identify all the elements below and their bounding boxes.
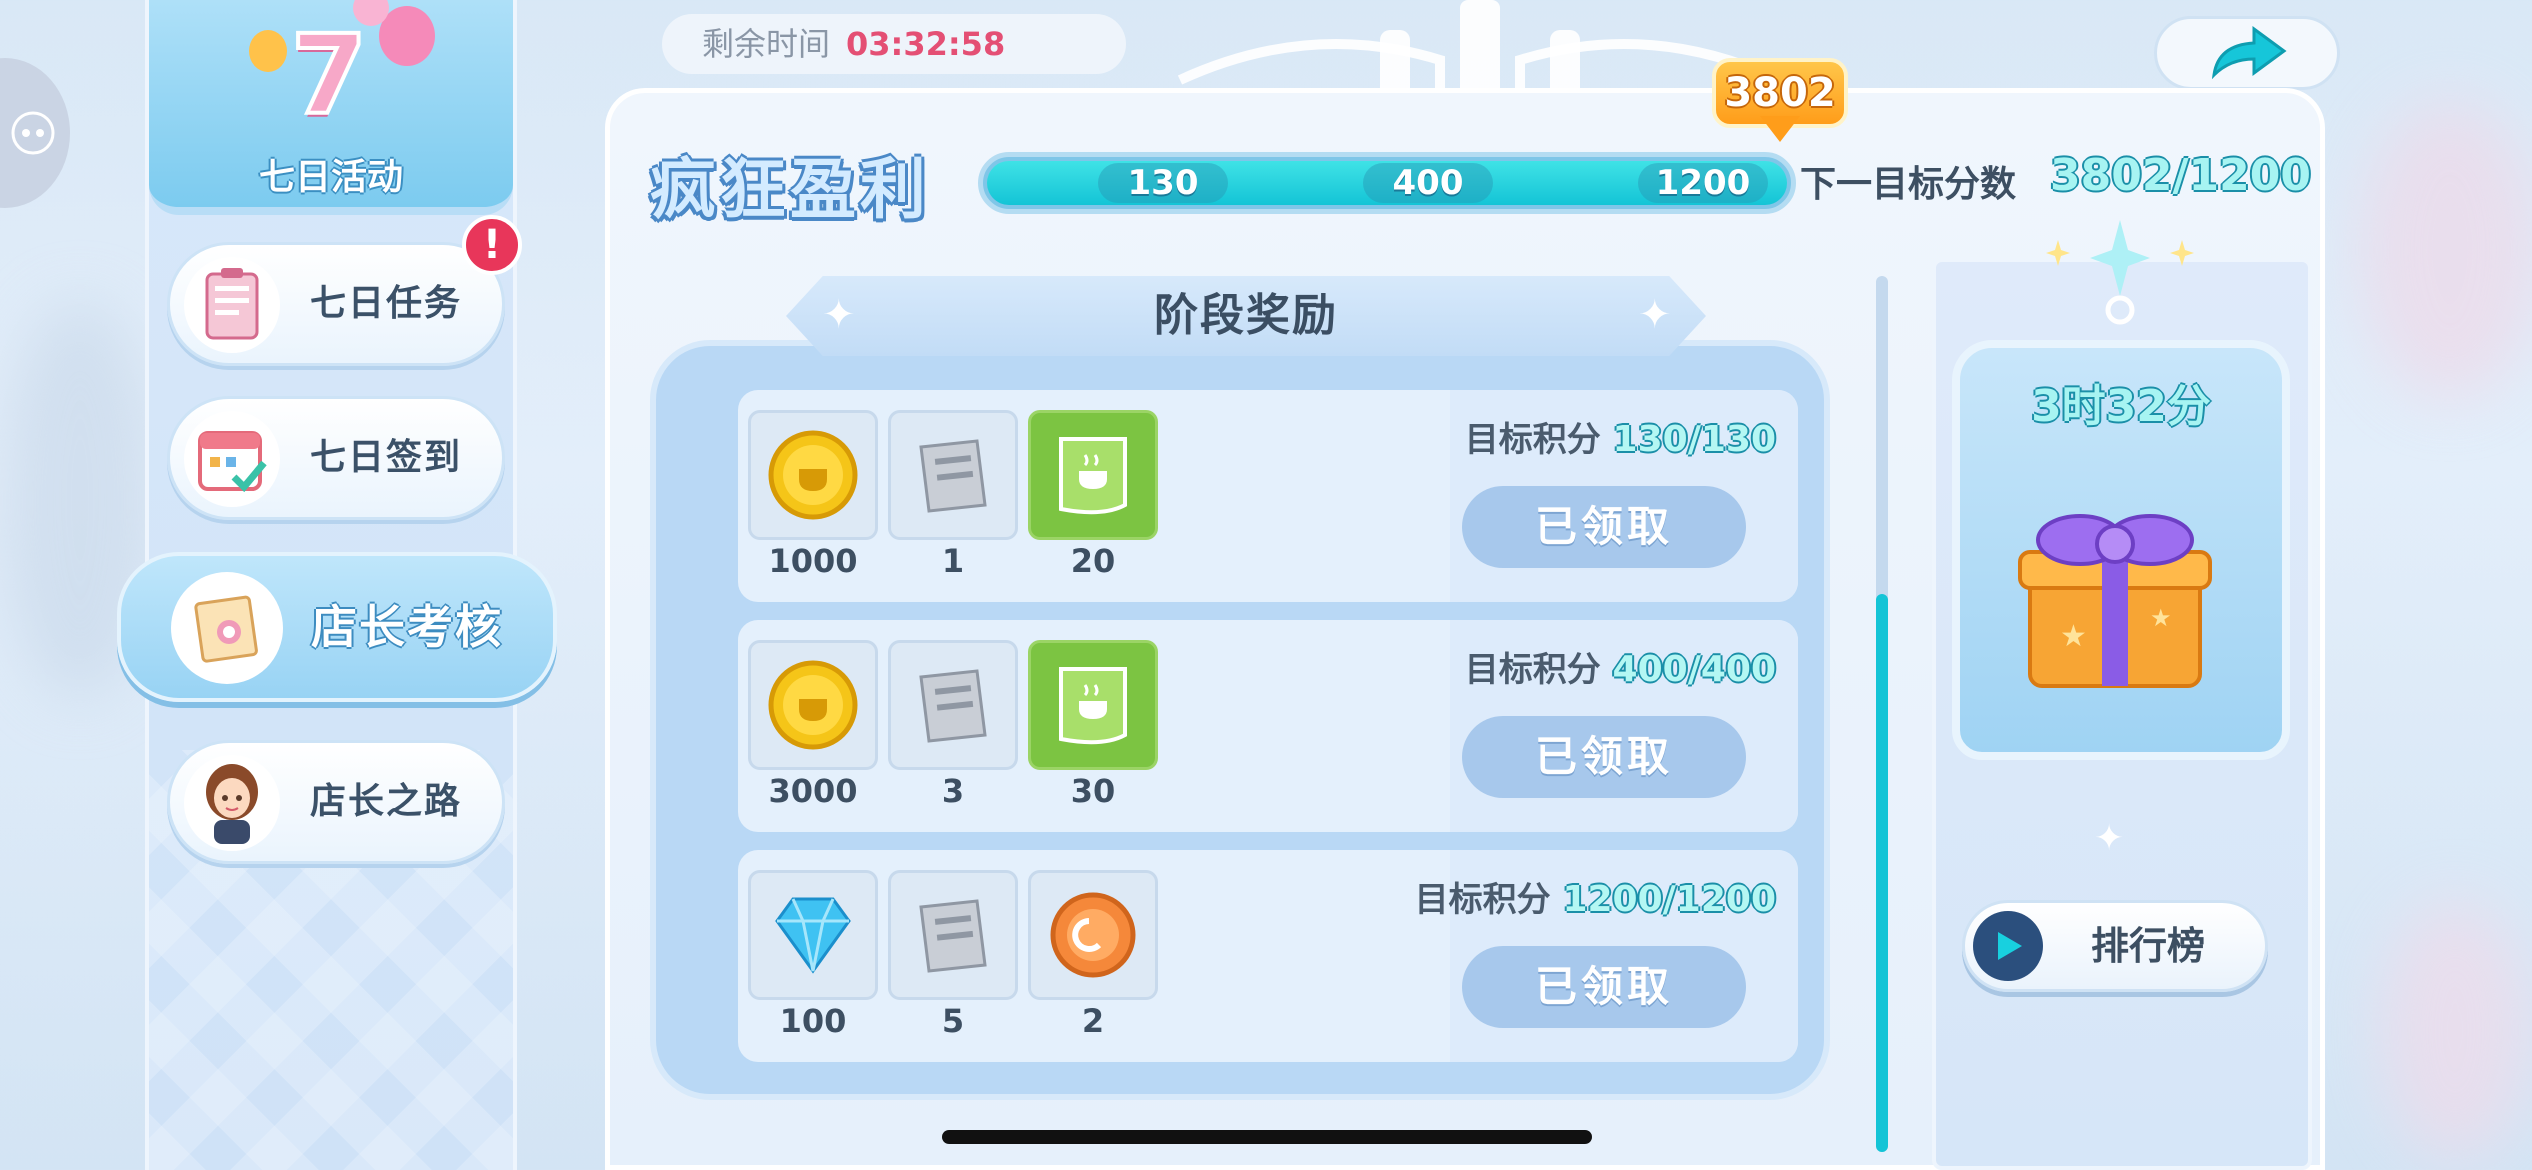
item-count: 3000 bbox=[768, 772, 858, 810]
seven-day-logo: 7 bbox=[289, 11, 370, 139]
remaining-time: 剩余时间 03:32:58 bbox=[662, 14, 1126, 74]
newspaper-icon bbox=[919, 899, 987, 973]
item-count: 2 bbox=[1081, 1002, 1105, 1040]
claimed-button[interactable]: 已领取 bbox=[1462, 486, 1746, 568]
item-count: 1 bbox=[941, 542, 965, 580]
next-target-value: 3802/1200 bbox=[2050, 150, 2311, 201]
target-label-text: 目标积分 bbox=[1464, 650, 1601, 690]
svg-text:★: ★ bbox=[2150, 604, 2172, 632]
green-recipe-scroll-icon bbox=[1059, 437, 1127, 515]
target-label-text: 目标积分 bbox=[1414, 880, 1551, 920]
reward-item-slot[interactable] bbox=[1028, 640, 1158, 770]
sidebar-item-label: 店长考核 bbox=[311, 600, 503, 654]
scrollbar-thumb[interactable] bbox=[1876, 594, 1888, 1152]
gift-box-icon: ★ ★ bbox=[2018, 514, 2212, 688]
item-count: 100 bbox=[779, 1002, 847, 1040]
item-count: 20 bbox=[1070, 542, 1116, 580]
target-score: 目标积分 1200/1200 bbox=[1415, 872, 1776, 921]
newspaper-icon bbox=[919, 669, 987, 743]
task-list-icon bbox=[184, 257, 280, 353]
sidebar: 7 七日活动 七日任务 ! 七日签到 店长考核 店长之路 bbox=[117, 0, 557, 1170]
orange-token-icon bbox=[1050, 892, 1136, 978]
sidebar-item-seven-day-tasks[interactable]: 七日任务 ! bbox=[167, 215, 522, 366]
home-indicator[interactable] bbox=[942, 1130, 1592, 1144]
share-button[interactable] bbox=[2154, 16, 2340, 90]
newspaper-icon bbox=[919, 439, 987, 513]
reward-item-slot[interactable] bbox=[888, 640, 1018, 770]
certificate-icon bbox=[171, 572, 283, 684]
share-arrow-icon bbox=[2211, 26, 2287, 80]
timer-value: 03:32:58 bbox=[846, 25, 1006, 63]
event-title: 七日活动 bbox=[258, 157, 403, 198]
timer-label: 剩余时间 bbox=[702, 25, 831, 63]
gold-coin-icon bbox=[768, 430, 858, 520]
sidebar-item-label: 店长之路 bbox=[310, 781, 463, 822]
page-title: 疯狂盈利 bbox=[650, 151, 930, 228]
gift-countdown: 3时32分 bbox=[2031, 381, 2211, 432]
gamepad-icon bbox=[11, 111, 55, 155]
sparkle-icon: ✦ bbox=[1638, 292, 1672, 338]
claimed-button[interactable]: 已领取 bbox=[1462, 716, 1746, 798]
sidebar-item-label: 七日签到 bbox=[310, 437, 463, 478]
reward-item-slot[interactable] bbox=[888, 870, 1018, 1000]
item-count: 1000 bbox=[768, 542, 858, 580]
svg-text:★: ★ bbox=[2060, 619, 2087, 654]
floating-assistant-button[interactable] bbox=[0, 58, 70, 208]
reward-item-slot[interactable] bbox=[748, 870, 878, 1000]
current-score: 3802 bbox=[1724, 70, 1836, 116]
play-icon bbox=[1973, 911, 2043, 981]
item-count: 3 bbox=[941, 772, 965, 810]
leaderboard-label: 排行榜 bbox=[2091, 924, 2206, 968]
reward-item-slot[interactable] bbox=[888, 410, 1018, 540]
sparkle-icon: ✦ bbox=[2094, 818, 2125, 859]
alert-badge: ! bbox=[462, 215, 522, 275]
blue-diamond-icon bbox=[775, 897, 851, 974]
manager-avatar-icon bbox=[184, 755, 280, 851]
target-value: 400/400 bbox=[1612, 649, 1776, 690]
claimed-button[interactable]: 已领取 bbox=[1462, 946, 1746, 1028]
sidebar-item-label: 七日任务 bbox=[310, 283, 463, 324]
reward-item-slot[interactable] bbox=[748, 640, 878, 770]
milestone-marker: 1200 bbox=[1638, 163, 1768, 203]
reward-tier-row: 100 5 2 目标积分 1200/1200 已领取 bbox=[738, 850, 1798, 1062]
target-label-text: 目标积分 bbox=[1464, 420, 1601, 460]
next-target-label: 下一目标分数 bbox=[1800, 164, 2017, 205]
target-score: 目标积分 400/400 bbox=[1465, 642, 1776, 691]
reward-item-slot[interactable] bbox=[1028, 410, 1158, 540]
green-recipe-scroll-icon bbox=[1059, 667, 1127, 745]
reward-tier-row: 1000 1 20 目标积分 130/130 已领取 bbox=[738, 390, 1798, 602]
sparkle-icon: ✦ bbox=[822, 292, 856, 338]
milestone-marker: 130 bbox=[1098, 163, 1228, 203]
leaderboard-button[interactable]: 排行榜 bbox=[1962, 900, 2268, 992]
current-score-flag: 3802 bbox=[1712, 58, 1848, 148]
reward-item-slot[interactable] bbox=[748, 410, 878, 540]
sidebar-item-manager-road[interactable]: 店长之路 bbox=[167, 740, 505, 864]
gold-coin-icon bbox=[768, 660, 858, 750]
sidebar-item-seven-day-checkin[interactable]: 七日签到 bbox=[167, 396, 505, 520]
item-count: 5 bbox=[941, 1002, 965, 1040]
target-value: 1200/1200 bbox=[1562, 879, 1776, 920]
section-title: 阶段奖励 bbox=[1154, 290, 1338, 341]
sparkle-cluster-icon bbox=[2046, 220, 2194, 325]
sidebar-item-manager-assessment[interactable]: 店长考核 bbox=[117, 552, 557, 702]
score-progress-bar: 130 400 1200 bbox=[978, 152, 1796, 214]
item-count: 30 bbox=[1070, 772, 1116, 810]
milestone-marker: 400 bbox=[1363, 163, 1493, 203]
calendar-check-icon bbox=[184, 411, 280, 507]
reward-tier-row: 3000 3 30 目标积分 400/400 已领取 bbox=[738, 620, 1798, 832]
event-header: 7 七日活动 bbox=[149, 0, 513, 215]
target-value: 130/130 bbox=[1612, 419, 1776, 460]
target-score: 目标积分 130/130 bbox=[1465, 412, 1776, 461]
reward-item-slot[interactable] bbox=[1028, 870, 1158, 1000]
